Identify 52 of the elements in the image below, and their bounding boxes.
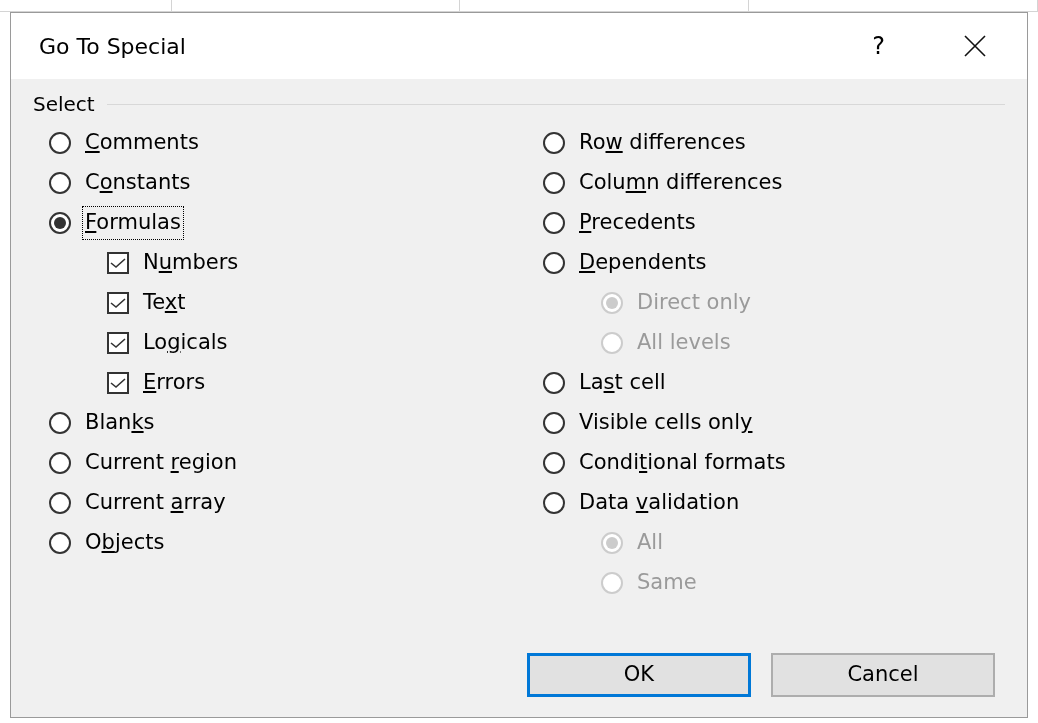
option-label: Row differences [578,129,747,157]
radio-button[interactable] [49,492,71,514]
radio-button[interactable] [49,212,71,234]
radio-button[interactable] [543,212,565,234]
radio-button[interactable] [49,132,71,154]
group-title: Select [33,91,95,118]
checkbox[interactable] [107,292,129,314]
option-label: Errors [142,369,207,397]
radio-button[interactable] [543,172,565,194]
option-label: Same [636,569,698,597]
radio-button[interactable] [543,372,565,394]
radio-button[interactable] [543,412,565,434]
radio-button[interactable] [49,412,71,434]
option-label: Visible cells only [578,409,754,437]
checkmark-icon [110,297,126,309]
radio-button[interactable] [49,172,71,194]
option-label: Logicals [142,329,229,357]
option-label: Numbers [142,249,240,277]
option-label: Formulas [83,207,183,239]
option-label: Text [142,289,187,317]
checkbox[interactable] [107,372,129,394]
option-label: Current array [84,489,227,517]
close-icon[interactable] [963,34,987,58]
option-label: Dependents [578,249,708,277]
option-label: All levels [636,329,732,357]
option-label: Column differences [578,169,784,197]
option-label: Direct only [636,289,752,317]
radio-button[interactable] [49,452,71,474]
option-label: Current region [84,449,238,477]
window-title: Go To Special [39,32,187,61]
radio-button[interactable] [49,532,71,554]
radio-button[interactable] [543,132,565,154]
option-label: Objects [84,529,166,557]
checkmark-icon [110,337,126,349]
checkmark-icon [110,257,126,269]
radio-button[interactable] [543,492,565,514]
checkbox[interactable] [107,332,129,354]
dialog-button[interactable]: OK [527,653,751,697]
option-label: Constants [84,169,192,197]
radio-button[interactable] [543,252,565,274]
option-label: Precedents [578,209,697,237]
dialog-button[interactable]: Cancel [771,653,995,697]
option-label: Data validation [578,489,741,517]
option-label: Last cell [578,369,667,397]
option-label: Conditional formats [578,449,787,477]
option-label: All [636,529,665,557]
checkbox[interactable] [107,252,129,274]
help-button[interactable]: ? [872,28,885,64]
checkmark-icon [110,377,126,389]
option-label: Blanks [84,409,156,437]
radio-button[interactable] [543,452,565,474]
option-label: Comments [84,129,200,157]
